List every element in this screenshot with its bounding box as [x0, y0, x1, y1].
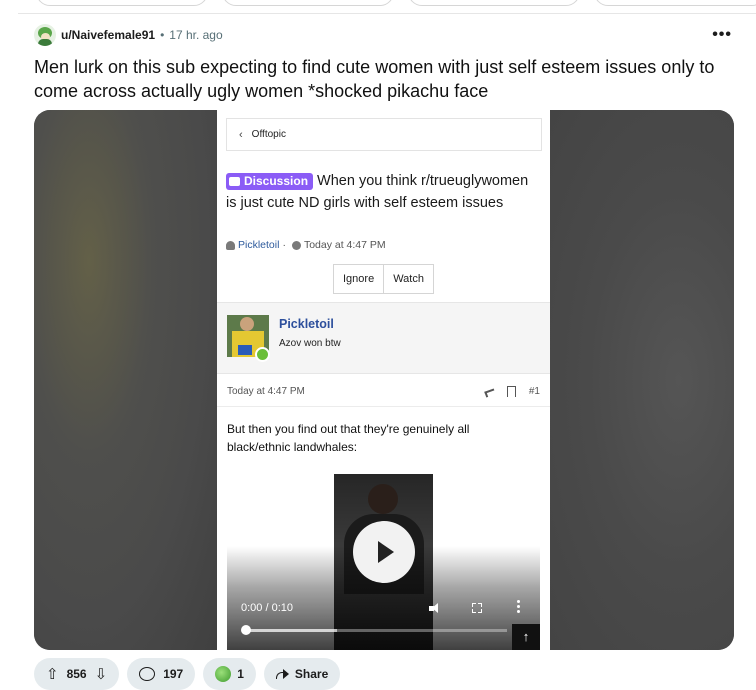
message-body: But then you find out that they're genui…	[227, 422, 470, 454]
top-filter-chip-3[interactable]	[408, 0, 580, 6]
embedded-forum-screenshot: ‹ Offtopic Discussion When you think r/tr…	[217, 110, 550, 650]
thread-meta: Pickletoil · Today at 4:47 PM	[226, 239, 386, 251]
thread-date: Today at 4:47 PM	[303, 239, 386, 251]
thread-button-group: Ignore Watch	[333, 264, 434, 294]
message-meta-divider	[217, 406, 550, 407]
user-avatar[interactable]	[34, 24, 56, 46]
video-menu-icon	[517, 600, 520, 615]
message-meta: Today at 4:47 PM #1	[227, 386, 540, 397]
meta-separator: ·	[282, 239, 286, 251]
message-user-block: Pickletoil Azov won btw	[217, 302, 550, 374]
award-icon	[215, 666, 232, 682]
comment-icon	[139, 667, 156, 681]
post-action-bar: ⇧ 856 ⇩ 197 1 Share	[34, 658, 341, 690]
message-user-title: Azov won btw	[279, 338, 341, 349]
discussion-badge-label: Discussion	[244, 174, 309, 188]
header-separator: •	[160, 28, 165, 42]
embedded-video: 0:00 / 0:10 ↑	[227, 474, 540, 650]
top-filter-chip-2[interactable]	[222, 0, 394, 6]
media-blur-right	[550, 110, 734, 650]
chevron-left-icon: ‹	[239, 128, 243, 141]
discussion-badge: Discussion	[226, 173, 314, 190]
share-button[interactable]: Share	[263, 658, 341, 690]
video-progress-track	[241, 625, 507, 635]
clock-icon	[291, 240, 301, 250]
vote-control: ⇧ 856 ⇩	[34, 658, 120, 690]
play-icon	[353, 521, 415, 583]
chat-bubble-icon	[229, 177, 240, 186]
thread-author: Pickletoil	[238, 239, 280, 251]
video-buffered-bar	[245, 629, 337, 632]
volume-icon	[429, 603, 441, 613]
more-options-button[interactable]: •••	[712, 27, 732, 43]
bookmark-icon	[506, 386, 516, 397]
breadcrumb-label: Offtopic	[251, 129, 286, 140]
post-title[interactable]: Men lurk on this sub expecting to find c…	[34, 55, 734, 103]
post-header: u/Naivefemale91 • 17 hr. ago •••	[34, 23, 742, 47]
downvote-icon[interactable]: ⇩	[95, 665, 108, 683]
award-button[interactable]: 1	[203, 658, 256, 690]
post-time: 17 hr. ago	[169, 28, 223, 42]
share-icon	[484, 387, 494, 397]
share-label: Share	[294, 667, 329, 681]
video-time: 0:00 / 0:10	[241, 602, 293, 614]
award-count: 1	[237, 667, 244, 681]
comment-count: 197	[163, 667, 184, 681]
online-indicator	[255, 347, 270, 362]
scroll-to-top-button: ↑	[512, 624, 540, 650]
top-filter-chip-4[interactable]	[594, 0, 756, 6]
top-divider	[18, 13, 756, 14]
video-progress-knob	[241, 625, 251, 635]
message-number: #1	[528, 386, 540, 397]
ignore-button: Ignore	[343, 273, 375, 285]
media-blur-left	[34, 110, 217, 650]
post-media[interactable]: ‹ Offtopic Discussion When you think r/tr…	[34, 110, 734, 650]
message-date: Today at 4:47 PM	[227, 386, 305, 397]
watch-button: Watch	[383, 265, 433, 293]
forum-breadcrumb: ‹ Offtopic	[226, 118, 542, 151]
thread-title: Discussion When you think r/trueuglywomen…	[226, 170, 542, 214]
message-author: Pickletoil	[279, 317, 334, 331]
user-icon	[226, 240, 235, 250]
share-icon	[275, 669, 289, 679]
vote-count: 856	[66, 667, 87, 681]
post-username[interactable]: u/Naivefemale91	[61, 28, 155, 42]
top-filter-chip-1[interactable]	[36, 0, 208, 6]
fullscreen-icon	[472, 603, 482, 613]
upvote-icon[interactable]: ⇧	[46, 665, 59, 683]
comments-button[interactable]: 197	[127, 658, 196, 690]
